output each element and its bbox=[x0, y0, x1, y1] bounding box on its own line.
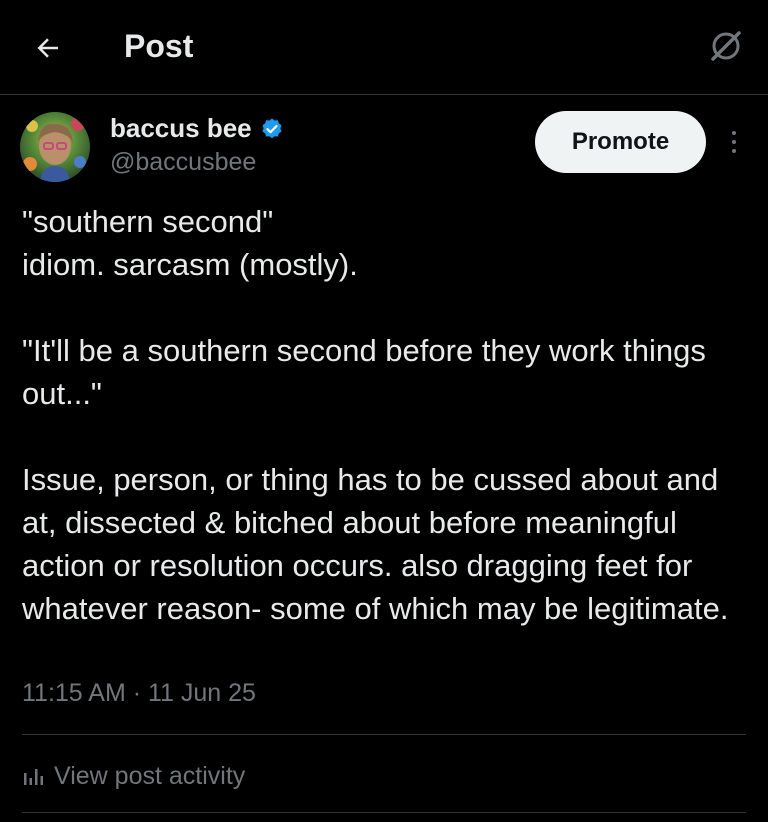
divider bbox=[22, 812, 746, 813]
grok-button[interactable] bbox=[704, 24, 748, 68]
analytics-icon bbox=[24, 769, 43, 785]
post-text: "southern second" idiom. sarcasm (mostly… bbox=[22, 200, 752, 630]
more-vertical-icon-dot bbox=[732, 140, 736, 144]
more-vertical-icon-dot bbox=[732, 131, 736, 135]
view-post-activity-button[interactable]: View post activity bbox=[22, 756, 245, 796]
promote-button[interactable]: Promote bbox=[535, 111, 706, 173]
post-line: Issue, person, or thing has to be cussed… bbox=[22, 462, 729, 626]
back-button[interactable] bbox=[30, 30, 66, 66]
arrow-left-icon bbox=[37, 38, 58, 58]
post-timestamp[interactable]: 11:15 AM · 11 Jun 25 bbox=[22, 679, 256, 708]
post-line: "It'll be a southern second before they … bbox=[22, 333, 706, 411]
view-post-activity-label: View post activity bbox=[54, 761, 246, 790]
author-name-row[interactable]: baccus bee bbox=[110, 113, 284, 144]
avatar-image bbox=[20, 112, 90, 182]
author-handle[interactable]: @baccusbee bbox=[110, 148, 256, 177]
avatar[interactable] bbox=[20, 112, 90, 182]
verified-badge-icon bbox=[262, 118, 282, 138]
post-line: idiom. sarcasm (mostly). bbox=[22, 247, 358, 282]
top-bar: Post bbox=[0, 0, 768, 95]
author-name[interactable]: baccus bee bbox=[110, 113, 252, 144]
post-line: "southern second" bbox=[22, 204, 274, 239]
grok-icon bbox=[711, 31, 741, 61]
more-vertical-icon-dot bbox=[732, 149, 736, 153]
page-title: Post bbox=[124, 28, 194, 64]
divider bbox=[22, 734, 746, 735]
more-options-button[interactable] bbox=[720, 126, 748, 158]
